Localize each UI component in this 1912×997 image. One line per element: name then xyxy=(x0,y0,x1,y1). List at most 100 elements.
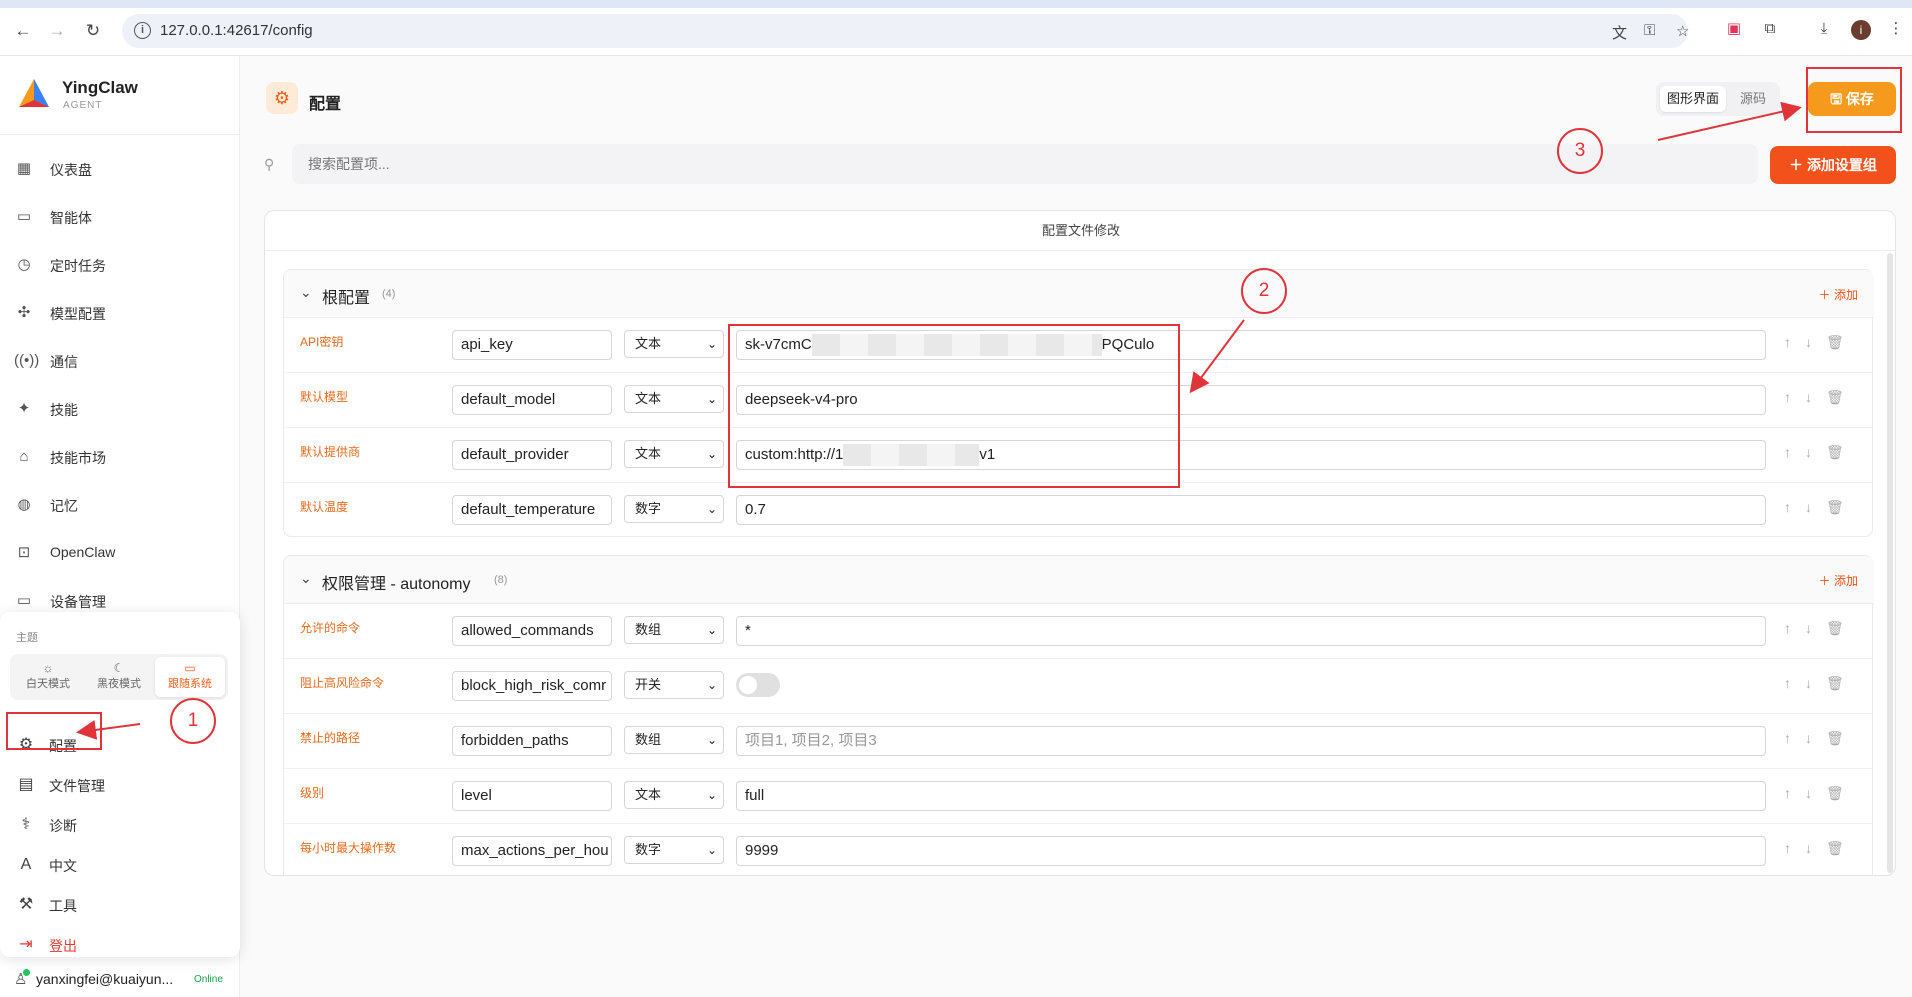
menu-item-tools[interactable]: ⚒ 工具 xyxy=(16,890,216,920)
toggle-switch[interactable] xyxy=(736,673,780,697)
value-input[interactable]: * xyxy=(736,616,1766,646)
chevron-down-icon[interactable]: ⌄ xyxy=(300,570,312,587)
scrollbar[interactable] xyxy=(1887,253,1893,873)
arrow-up-icon[interactable]: ↑ xyxy=(1784,730,1805,746)
menu-item-file-management[interactable]: ▤ 文件管理 xyxy=(16,770,216,800)
value-input[interactable]: 0.7 xyxy=(736,495,1766,525)
value-input[interactable]: 9999 xyxy=(736,836,1766,866)
arrow-up-icon[interactable]: ↑ xyxy=(1784,675,1805,691)
theme-light[interactable]: ☼ 白天模式 xyxy=(13,657,83,697)
type-select[interactable]: 数组 ⌄ xyxy=(624,616,724,644)
key-input[interactable]: default_model xyxy=(452,385,612,415)
url-text[interactable]: 127.0.0.1:42617/config xyxy=(160,22,313,39)
arrow-down-icon[interactable]: ↓ xyxy=(1805,620,1826,636)
forward-icon[interactable]: → xyxy=(44,18,70,44)
menu-kebab-icon[interactable]: ⋮ xyxy=(1885,18,1907,40)
extensions-puzzle-icon[interactable]: ⧉ xyxy=(1759,18,1781,40)
type-select[interactable]: 文本 ⌄ xyxy=(624,440,724,468)
arrow-up-icon[interactable]: ↑ xyxy=(1784,499,1805,515)
download-icon[interactable]: ⤓ xyxy=(1813,18,1835,40)
menu-item-diagnostics[interactable]: ⚕ 诊断 xyxy=(16,810,216,840)
arrow-down-icon[interactable]: ↓ xyxy=(1805,840,1826,856)
key-input[interactable]: default_provider xyxy=(452,440,612,470)
reload-icon[interactable]: ↻ xyxy=(80,18,106,44)
arrow-up-icon[interactable]: ↑ xyxy=(1784,444,1805,460)
row-actions[interactable]: ↑↓🗑 xyxy=(1784,334,1858,351)
key-input[interactable]: max_actions_per_hou xyxy=(452,836,612,866)
search-input[interactable] xyxy=(292,144,1758,184)
sidebar-item-openclaw[interactable]: ⊡ OpenClaw xyxy=(14,538,224,568)
translate-icon[interactable]: 文 xyxy=(1612,22,1627,43)
trash-icon[interactable]: 🗑 xyxy=(1826,620,1858,636)
value-input[interactable]: full xyxy=(736,781,1766,811)
row-actions[interactable]: ↑↓🗑 xyxy=(1784,730,1858,747)
arrow-down-icon[interactable]: ↓ xyxy=(1805,444,1826,460)
menu-item-logout[interactable]: ⇥ 登出 xyxy=(16,930,216,960)
type-select[interactable]: 文本 ⌄ xyxy=(624,781,724,809)
sidebar-item-communication[interactable]: ((•)) 通信 xyxy=(14,346,224,376)
key-input[interactable]: level xyxy=(452,781,612,811)
key-input[interactable]: block_high_risk_comr xyxy=(452,671,612,701)
key-input[interactable]: allowed_commands xyxy=(452,616,612,646)
trash-icon[interactable]: 🗑 xyxy=(1826,389,1858,405)
row-actions[interactable]: ↑↓🗑 xyxy=(1784,840,1858,857)
tab-graphical[interactable]: 图形界面 xyxy=(1660,86,1726,112)
key-input[interactable]: forbidden_paths xyxy=(452,726,612,756)
arrow-down-icon[interactable]: ↓ xyxy=(1805,785,1826,801)
type-select[interactable]: 数组 ⌄ xyxy=(624,726,724,754)
arrow-up-icon[interactable]: ↑ xyxy=(1784,334,1805,350)
site-info-icon[interactable]: i xyxy=(134,22,151,39)
tab-source[interactable]: 源码 xyxy=(1730,86,1776,112)
value-input[interactable]: 项目1, 项目2, 项目3 xyxy=(736,726,1766,756)
back-icon[interactable]: ← xyxy=(10,18,36,44)
trash-icon[interactable]: 🗑 xyxy=(1826,444,1858,460)
add-group-button[interactable]: ＋ 添加设置组 xyxy=(1770,146,1896,184)
arrow-up-icon[interactable]: ↑ xyxy=(1784,620,1805,636)
trash-icon[interactable]: 🗑 xyxy=(1826,785,1858,801)
sidebar-item-scheduled-tasks[interactable]: ◷ 定时任务 xyxy=(14,250,224,280)
arrow-down-icon[interactable]: ↓ xyxy=(1805,675,1826,691)
row-actions[interactable]: ↑↓🗑 xyxy=(1784,675,1858,692)
trash-icon[interactable]: 🗑 xyxy=(1826,499,1858,515)
type-select[interactable]: 文本 ⌄ xyxy=(624,330,724,358)
sidebar-item-skills[interactable]: ✦ 技能 xyxy=(14,394,224,424)
sidebar-item-dashboard[interactable]: ▦ 仪表盘 xyxy=(14,154,224,184)
arrow-down-icon[interactable]: ↓ xyxy=(1805,730,1826,746)
menu-item-language[interactable]: A 中文 xyxy=(16,850,216,880)
trash-icon[interactable]: 🗑 xyxy=(1826,334,1858,350)
sidebar-item-memory[interactable]: ◍ 记忆 xyxy=(14,490,224,520)
row-actions[interactable]: ↑↓🗑 xyxy=(1784,785,1858,802)
theme-dark[interactable]: ☾ 黑夜模式 xyxy=(84,657,154,697)
row-actions[interactable]: ↑↓🗑 xyxy=(1784,499,1858,516)
type-select[interactable]: 数字 ⌄ xyxy=(624,495,724,523)
arrow-down-icon[interactable]: ↓ xyxy=(1805,389,1826,405)
chevron-down-icon[interactable]: ⌄ xyxy=(300,284,312,301)
sidebar-item-agents[interactable]: ▭ 智能体 xyxy=(14,202,224,232)
sidebar-item-skill-market[interactable]: ⌂ 技能市场 xyxy=(14,442,224,472)
theme-system[interactable]: ▭ 跟随系统 xyxy=(155,657,225,697)
sidebar-item-model-config[interactable]: ✣ 模型配置 xyxy=(14,298,224,328)
key-input[interactable]: api_key xyxy=(452,330,612,360)
extension-icon[interactable]: ▣ xyxy=(1723,18,1745,40)
arrow-up-icon[interactable]: ↑ xyxy=(1784,785,1805,801)
trash-icon[interactable]: 🗑 xyxy=(1826,675,1858,691)
row-actions[interactable]: ↑↓🗑 xyxy=(1784,620,1858,637)
row-actions[interactable]: ↑↓🗑 xyxy=(1784,444,1858,461)
bookmark-star-icon[interactable]: ☆ xyxy=(1676,22,1689,40)
section-header[interactable]: ⌄ 权限管理 - autonomy (8) ＋ 添加 xyxy=(284,556,1874,604)
key-input[interactable]: default_temperature xyxy=(452,495,612,525)
arrow-up-icon[interactable]: ↑ xyxy=(1784,840,1805,856)
key-icon[interactable]: ⚿ xyxy=(1644,22,1655,39)
arrow-up-icon[interactable]: ↑ xyxy=(1784,389,1805,405)
row-actions[interactable]: ↑↓🗑 xyxy=(1784,389,1858,406)
arrow-down-icon[interactable]: ↓ xyxy=(1805,334,1826,350)
type-select[interactable]: 文本 ⌄ xyxy=(624,385,724,413)
address-bar[interactable]: i 127.0.0.1:42617/config 文 ⚿ ☆ xyxy=(122,14,1689,48)
trash-icon[interactable]: 🗑 xyxy=(1826,840,1858,856)
trash-icon[interactable]: 🗑 xyxy=(1826,730,1858,746)
user-bar[interactable]: ♙ yanxingfei@kuaiyun... Online xyxy=(0,962,240,996)
add-field-button[interactable]: ＋ 添加 xyxy=(1819,286,1858,303)
type-select[interactable]: 数字 ⌄ xyxy=(624,836,724,864)
add-field-button[interactable]: ＋ 添加 xyxy=(1819,572,1858,589)
arrow-down-icon[interactable]: ↓ xyxy=(1805,499,1826,515)
